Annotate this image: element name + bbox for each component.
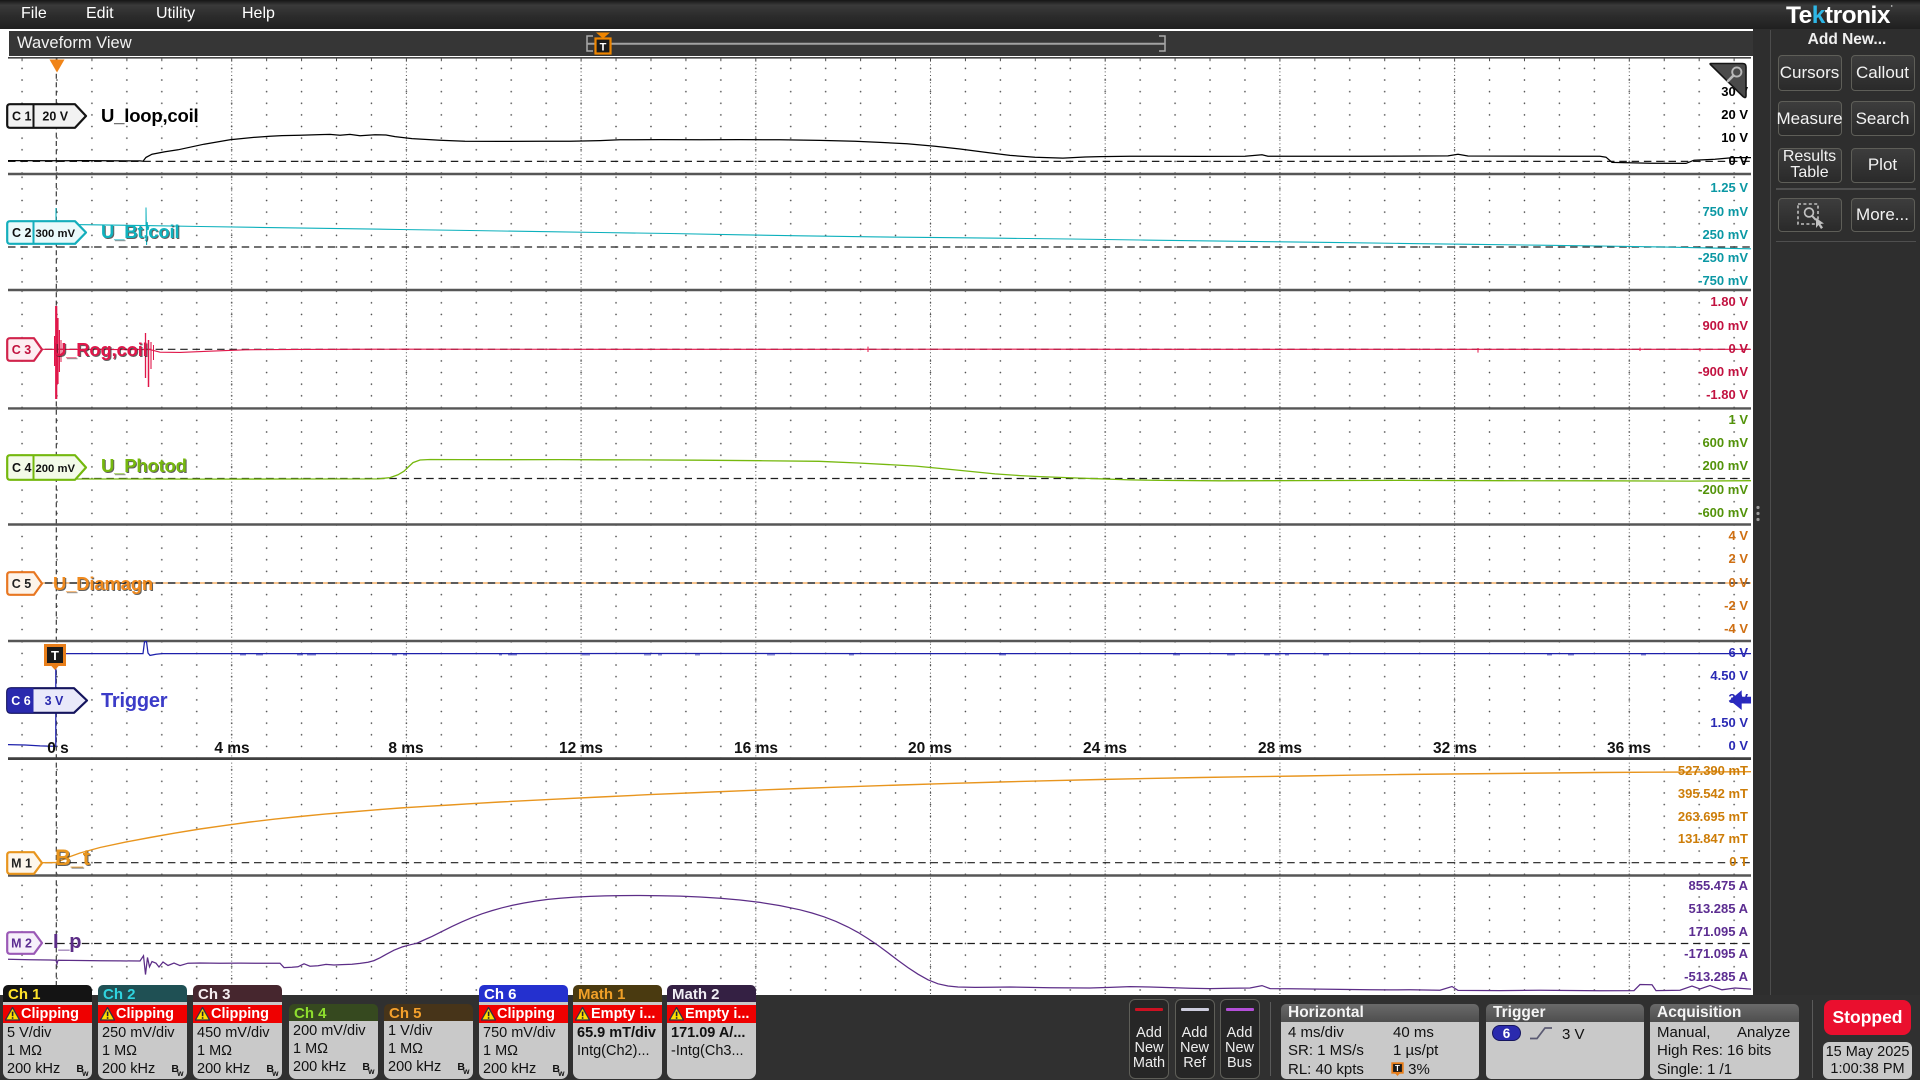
svg-text:T: T [51, 648, 59, 663]
svg-text:T: T [600, 42, 607, 54]
svg-text:20 V: 20 V [42, 110, 68, 124]
svg-text:T: T [1395, 1064, 1400, 1073]
svg-text:C 5: C 5 [12, 577, 32, 591]
svg-text:C 2: C 2 [12, 226, 32, 240]
svg-text:M 1: M 1 [11, 857, 32, 871]
svg-text:C 1: C 1 [12, 110, 32, 124]
svg-text:300 mV: 300 mV [35, 228, 75, 240]
svg-text:C 6: C 6 [11, 694, 31, 708]
svg-text:C 3: C 3 [12, 343, 32, 357]
svg-text:C 4: C 4 [12, 461, 32, 475]
svg-text:200 mV: 200 mV [35, 463, 75, 475]
svg-text:M 2: M 2 [11, 937, 32, 951]
svg-text:3 V: 3 V [45, 694, 64, 708]
